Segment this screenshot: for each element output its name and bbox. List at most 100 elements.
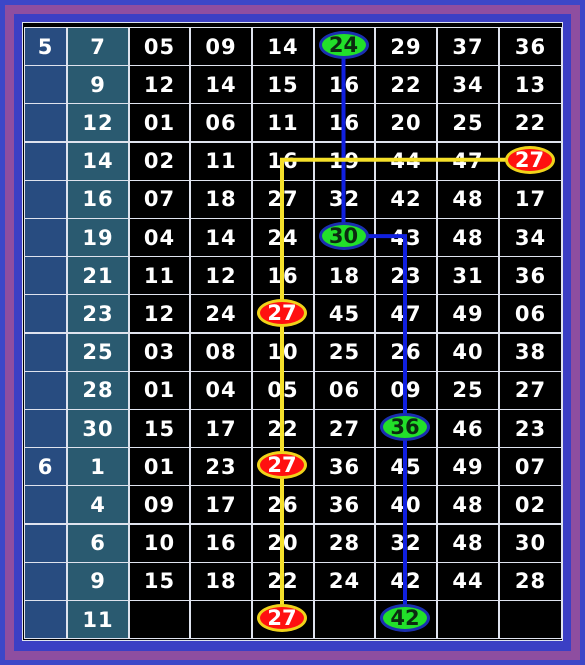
number-cell: 45 [314,294,375,334]
month-cell [24,485,67,525]
red-highlight-ball: 27 [257,298,307,327]
number-cell: 16 [314,103,375,143]
number-cell: 18 [314,256,375,296]
number-cell: 10 [252,332,314,372]
number-cell: 45 [375,447,437,487]
month-cell [24,256,67,296]
green-highlight-ball: 42 [380,604,430,633]
number-cell: 26 [252,485,314,525]
month-cell [24,65,67,105]
day-cell: 9 [67,65,129,105]
number-cell: 44 [437,561,499,601]
day-cell: 30 [67,409,129,448]
number-cell: 25 [437,370,499,410]
day-cell: 21 [67,256,129,296]
number-cell: 20 [375,103,437,143]
day-cell: 11 [67,600,129,639]
number-cell: 47 [437,141,499,181]
day-cell: 14 [67,141,129,181]
number-cell: 31 [437,256,499,296]
number-cell [314,600,375,639]
number-cell: 01 [129,103,190,143]
month-cell [24,561,67,601]
number-cell [437,600,499,639]
number-cell: 28 [314,523,375,563]
number-cell: 17 [190,409,252,448]
green-highlight-ball: 24 [318,31,369,60]
number-grid: 5705091424293736912141516223413120106111… [22,22,563,641]
number-cell: 15 [252,65,314,105]
number-cell: 01 [129,370,190,410]
number-cell: 16 [252,256,314,296]
number-cell: 27 [252,179,314,219]
number-cell: 49 [437,294,499,334]
number-cell: 12 [129,294,190,334]
day-cell: 16 [67,179,129,219]
month-cell: 5 [24,27,67,66]
number-cell: 48 [437,523,499,563]
number-cell: 26 [375,332,437,372]
number-cell: 15 [129,561,190,601]
number-cell [190,600,252,639]
day-cell: 23 [67,294,129,334]
number-cell: 44 [375,141,437,181]
number-cell: 04 [129,218,190,257]
number-cell: 34 [437,65,499,105]
number-cell: 03 [129,332,190,372]
number-cell: 14 [190,65,252,105]
number-cell: 17 [499,179,562,219]
number-cell: 23 [190,447,252,487]
number-cell: 22 [252,561,314,601]
day-cell: 28 [67,370,129,410]
day-cell: 6 [67,523,129,563]
number-cell: 05 [252,370,314,410]
day-cell: 9 [67,561,129,601]
number-cell: 06 [190,103,252,143]
number-cell: 48 [437,485,499,525]
number-cell: 28 [499,561,562,601]
number-cell: 10 [129,523,190,563]
month-cell [24,409,67,448]
day-cell: 1 [67,447,129,487]
number-cell: 38 [499,332,562,372]
number-cell: 29 [375,27,437,66]
number-cell: 40 [375,485,437,525]
number-cell: 17 [190,485,252,525]
number-cell: 16 [190,523,252,563]
number-cell: 36 [314,485,375,525]
number-cell: 13 [499,65,562,105]
number-cell: 49 [437,447,499,487]
number-cell: 23 [375,256,437,296]
number-cell: 02 [499,485,562,525]
number-cell: 20 [252,523,314,563]
number-cell [129,600,190,639]
number-cell: 06 [499,294,562,334]
month-cell [24,523,67,563]
number-cell: 22 [499,103,562,143]
month-cell [24,294,67,334]
number-cell: 02 [129,141,190,181]
month-cell [24,600,67,639]
number-cell: 42 [375,179,437,219]
day-cell: 19 [67,218,129,257]
number-cell: 24 [314,561,375,601]
number-cell: 42 [375,561,437,601]
number-cell: 11 [190,141,252,181]
green-highlight-ball: 30 [318,222,369,251]
month-cell [24,370,67,410]
day-cell: 25 [67,332,129,372]
number-cell: 36 [499,27,562,66]
number-cell: 22 [375,65,437,105]
number-cell: 30 [499,523,562,563]
number-cell: 09 [129,485,190,525]
number-cell: 36 [314,447,375,487]
number-cell: 16 [252,141,314,181]
number-cell: 48 [437,218,499,257]
number-cell: 01 [129,447,190,487]
number-cell: 34 [499,218,562,257]
number-cell: 46 [437,409,499,448]
number-cell: 32 [375,523,437,563]
number-cell: 24 [252,218,314,257]
green-highlight-ball: 36 [380,413,430,442]
number-cell: 07 [129,179,190,219]
